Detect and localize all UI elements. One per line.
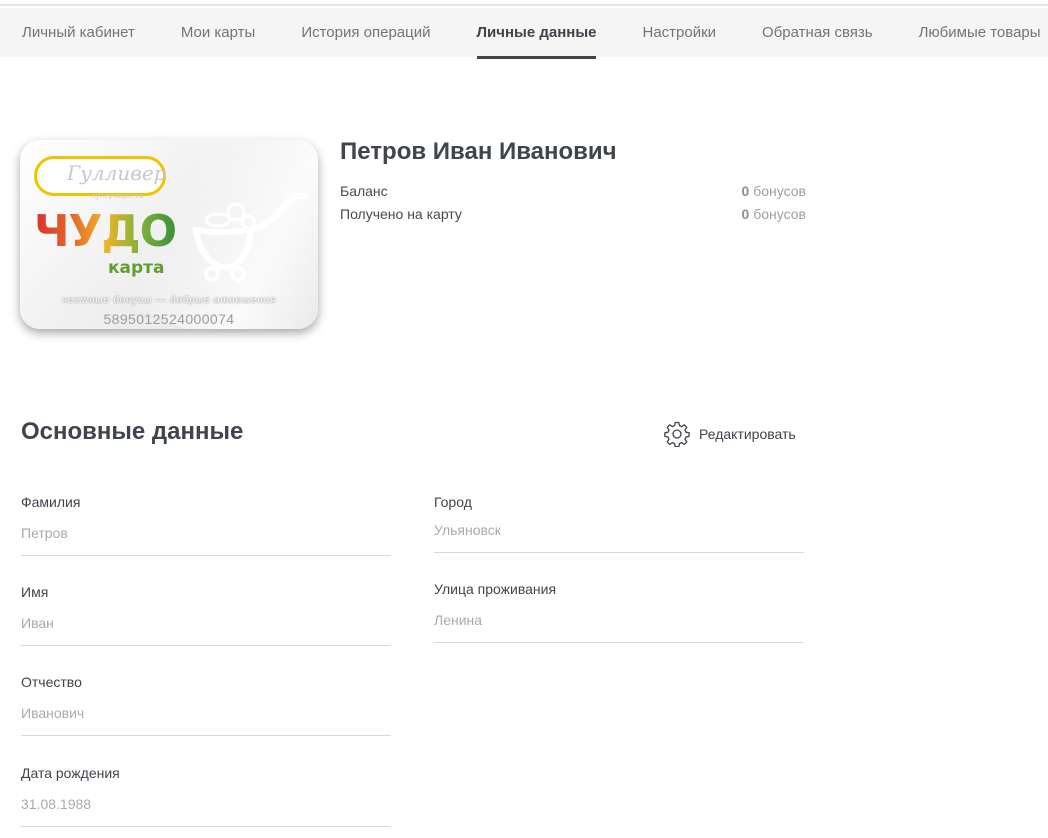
tab-label: Настройки	[642, 24, 717, 41]
street-value[interactable]: Ленина	[434, 612, 804, 632]
edit-button[interactable]: Редактировать	[664, 421, 796, 447]
surname-field[interactable]: Фамилия Петров	[21, 494, 391, 556]
shopping-basket-icon	[192, 192, 309, 282]
city-value[interactable]: Ульяновск	[434, 522, 804, 542]
received-row: Получено на карту 0 бонусов	[340, 206, 806, 226]
city-underline	[434, 552, 804, 553]
received-amount: 0	[741, 206, 750, 222]
received-label: Получено на карту	[340, 206, 462, 222]
balance-row: Баланс 0 бонусов	[340, 183, 806, 203]
card-brand: ЧУДО	[34, 206, 177, 257]
birthdate-underline	[21, 826, 391, 827]
patronymic-underline	[21, 735, 391, 736]
tab-my-cards[interactable]: Мои карты	[181, 8, 255, 57]
tab-label: Любимые товары	[918, 24, 1041, 41]
card-slogan: честные бонусы — добрые отношения	[61, 295, 277, 306]
balance-value: 0 бонусов	[742, 183, 806, 199]
card-logo-subtitle: супермаркеты	[92, 193, 145, 200]
birthdate-value[interactable]: 31.08.1988	[21, 796, 391, 816]
tab-label: История операций	[301, 24, 431, 41]
received-value: 0 бонусов	[742, 206, 806, 222]
name-label: Имя	[21, 584, 49, 600]
patronymic-value[interactable]: Иванович	[21, 705, 391, 725]
card-number: 5895012524000074	[103, 311, 235, 327]
tab-settings[interactable]: Настройки	[642, 8, 716, 57]
tab-label: Личный кабинет	[22, 24, 135, 41]
surname-label: Фамилия	[21, 494, 81, 510]
tab-label: Личные данные	[476, 24, 597, 41]
profile-name: Петров Иван Иванович	[340, 138, 617, 165]
loyalty-card: Гулливер супермаркеты ЧУДО карта честные…	[20, 140, 318, 329]
name-field[interactable]: Имя Иван	[21, 584, 391, 646]
patronymic-label: Отчество	[21, 674, 82, 690]
balance-unit: бонусов	[753, 183, 806, 199]
tab-label: Мои карты	[180, 24, 256, 41]
city-field[interactable]: Город Ульяновск	[434, 494, 804, 553]
balance-label: Баланс	[340, 183, 388, 199]
name-value[interactable]: Иван	[21, 615, 391, 635]
patronymic-field[interactable]: Отчество Иванович	[21, 674, 391, 736]
card-logo: Гулливер	[34, 156, 166, 196]
street-field[interactable]: Улица проживания Ленина	[434, 581, 804, 643]
edit-label: Редактировать	[699, 426, 796, 442]
gear-icon	[664, 421, 690, 447]
tab-personal-data[interactable]: Личные данные	[476, 8, 597, 59]
name-underline	[21, 645, 391, 646]
tab-personal-cabinet[interactable]: Личный кабинет	[22, 8, 135, 57]
card-brand-subtitle: карта	[108, 258, 165, 278]
balance-amount: 0	[741, 183, 750, 199]
tab-feedback[interactable]: Обратная связь	[762, 8, 873, 57]
city-label: Город	[434, 494, 472, 510]
tab-label: Обратная связь	[762, 24, 873, 41]
received-unit: бонусов	[753, 206, 806, 222]
top-divider	[0, 0, 1048, 6]
street-underline	[434, 642, 804, 643]
birthdate-label: Дата рождения	[21, 765, 120, 781]
main-tabs: Личный кабинет Мои карты История операци…	[0, 8, 1048, 59]
card-logo-text: Гулливер	[67, 161, 167, 185]
section-title: Основные данные	[21, 418, 244, 445]
surname-value[interactable]: Петров	[21, 525, 391, 545]
birthdate-field[interactable]: Дата рождения 31.08.1988	[21, 765, 391, 827]
surname-underline	[21, 555, 391, 556]
street-label: Улица проживания	[434, 581, 557, 597]
tab-favorite-products[interactable]: Любимые товары	[919, 8, 1041, 57]
tab-operations-history[interactable]: История операций	[301, 8, 430, 57]
